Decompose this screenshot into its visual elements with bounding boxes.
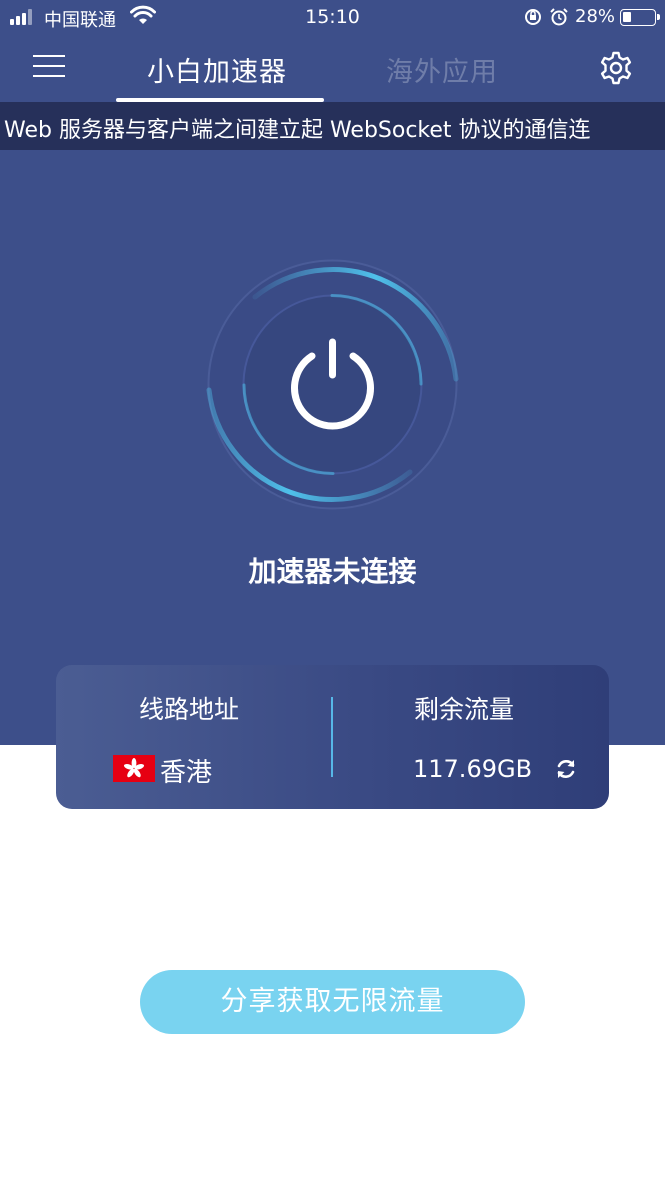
- notice-ticker: Web 服务器与客户端之间建立起 WebSocket 协议的通信连: [0, 102, 665, 150]
- tab-overseas-apps[interactable]: 海外应用: [386, 50, 498, 89]
- ticker-text: Web 服务器与客户端之间建立起 WebSocket 协议的通信连: [4, 118, 591, 143]
- route-label: 线路地址: [139, 695, 240, 724]
- info-card: 线路地址 香港 剩余流量 117.69GB: [56, 665, 609, 809]
- battery-percent: 28%: [575, 6, 616, 27]
- route-value[interactable]: 香港: [160, 752, 212, 789]
- rotation-lock-icon: [525, 9, 541, 25]
- tab-accelerator[interactable]: 小白加速器: [147, 50, 287, 89]
- share-button[interactable]: 分享获取无限流量: [140, 970, 525, 1034]
- alarm-icon: [550, 8, 568, 26]
- refresh-icon[interactable]: [554, 757, 578, 781]
- power-button[interactable]: [195, 247, 470, 522]
- traffic-label: 剩余流量: [414, 695, 515, 724]
- traffic-value: 117.69GB: [413, 755, 533, 783]
- hong-kong-flag-icon[interactable]: [113, 755, 155, 782]
- gear-icon[interactable]: [598, 50, 634, 86]
- menu-icon[interactable]: [33, 53, 65, 79]
- status-bar: 中国联通 15:10 28%: [0, 0, 665, 34]
- card-divider: [331, 697, 333, 777]
- battery-icon: [620, 9, 660, 26]
- connection-status: 加速器未连接: [248, 555, 417, 588]
